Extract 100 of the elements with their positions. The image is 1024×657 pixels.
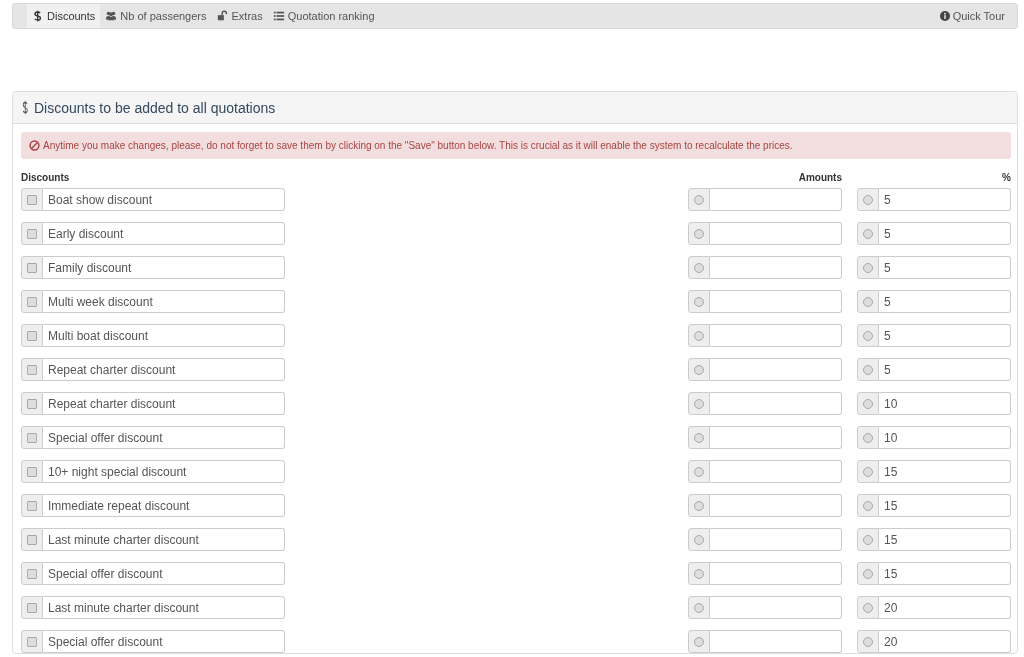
info-icon <box>939 11 950 21</box>
radio-button[interactable] <box>694 262 704 273</box>
percent-field[interactable]: 15 <box>879 528 1011 551</box>
checkbox[interactable] <box>27 194 37 205</box>
padlock-icon <box>216 10 229 22</box>
discount-name-field[interactable]: Last minute charter discount <box>43 596 285 619</box>
percent-field[interactable]: 10 <box>879 426 1011 449</box>
discount-name-field[interactable]: Early discount <box>43 222 285 245</box>
amount-field[interactable] <box>710 596 842 619</box>
discount-name-field[interactable]: Last minute charter discount <box>43 528 285 551</box>
checkbox[interactable] <box>27 432 37 443</box>
radio-button[interactable] <box>694 330 704 341</box>
percent-field[interactable]: 5 <box>879 188 1011 211</box>
users-icon <box>105 10 118 22</box>
discount-name-field[interactable]: Repeat charter discount <box>43 358 285 381</box>
checkbox[interactable] <box>27 364 37 375</box>
percent-field[interactable]: 15 <box>879 460 1011 483</box>
checkbox[interactable] <box>27 330 37 341</box>
percent-field[interactable]: 5 <box>879 358 1011 381</box>
panel-title: Discounts to be added to all quotations <box>34 99 276 116</box>
discount-name-field[interactable]: Boat show discount <box>43 188 285 211</box>
radio-button[interactable] <box>863 432 873 443</box>
checkbox[interactable] <box>27 228 37 239</box>
radio-button[interactable] <box>694 602 704 613</box>
amount-field[interactable] <box>710 358 842 381</box>
amount-field[interactable] <box>710 392 842 415</box>
nav-tab[interactable]: Quotation ranking <box>267 4 380 28</box>
discount-name-field[interactable]: Multi week discount <box>43 290 285 313</box>
checkbox[interactable] <box>27 466 37 477</box>
radio-button[interactable] <box>694 296 704 307</box>
alert-text: Anytime you make changes, please, do not forget to save them by clicking on the "Save" button below. This is crucial as it will enable the system to recalculate the prices. <box>43 140 793 151</box>
quick-tour-button[interactable]: Quick Tour <box>934 4 1017 28</box>
discount-name-field[interactable]: Multi boat discount <box>43 324 285 347</box>
radio-button[interactable] <box>863 228 873 239</box>
amount-field[interactable] <box>710 630 842 653</box>
checkbox[interactable] <box>27 500 37 511</box>
radio-button[interactable] <box>863 296 873 307</box>
dollar-icon <box>32 10 44 22</box>
discount-name-field[interactable]: Family discount <box>43 256 285 279</box>
radio-button[interactable] <box>863 262 873 273</box>
checkbox[interactable] <box>27 262 37 273</box>
ban-icon <box>29 140 40 151</box>
nav-tab[interactable]: Discounts <box>27 4 101 28</box>
radio-button[interactable] <box>863 194 873 205</box>
discount-name-field[interactable]: Repeat charter discount <box>43 392 285 415</box>
column-header: % <box>1001 172 1011 183</box>
checkbox[interactable] <box>27 568 37 579</box>
discount-name-field[interactable]: Special offer discount <box>43 630 285 653</box>
percent-field[interactable]: 5 <box>879 256 1011 279</box>
percent-field[interactable]: 20 <box>879 630 1011 653</box>
radio-button[interactable] <box>863 398 873 409</box>
radio-button[interactable] <box>863 330 873 341</box>
amount-field[interactable] <box>710 494 842 517</box>
radio-button[interactable] <box>863 568 873 579</box>
amount-field[interactable] <box>710 460 842 483</box>
column-header: Amounts <box>797 172 842 183</box>
radio-button[interactable] <box>863 500 873 511</box>
radio-button[interactable] <box>694 432 704 443</box>
amount-field[interactable] <box>710 256 842 279</box>
radio-button[interactable] <box>863 602 873 613</box>
radio-button[interactable] <box>694 636 704 647</box>
checkbox[interactable] <box>27 534 37 545</box>
percent-field[interactable]: 15 <box>879 562 1011 585</box>
checkbox[interactable] <box>27 636 37 647</box>
radio-button[interactable] <box>863 466 873 477</box>
radio-button[interactable] <box>694 228 704 239</box>
percent-field[interactable]: 20 <box>879 596 1011 619</box>
percent-field[interactable]: 10 <box>879 392 1011 415</box>
checkbox[interactable] <box>27 602 37 613</box>
percent-field[interactable]: 5 <box>879 290 1011 313</box>
amount-field[interactable] <box>710 426 842 449</box>
column-header: Discounts <box>21 172 71 183</box>
checkbox[interactable] <box>27 296 37 307</box>
radio-button[interactable] <box>694 364 704 375</box>
radio-button[interactable] <box>694 568 704 579</box>
radio-button[interactable] <box>694 534 704 545</box>
amount-field[interactable] <box>710 188 842 211</box>
amount-field[interactable] <box>710 222 842 245</box>
radio-button[interactable] <box>863 534 873 545</box>
radio-button[interactable] <box>694 466 704 477</box>
nav-tab[interactable]: Extras <box>211 4 268 28</box>
percent-field[interactable]: 15 <box>879 494 1011 517</box>
checkbox[interactable] <box>27 398 37 409</box>
radio-button[interactable] <box>694 500 704 511</box>
discount-name-field[interactable]: Immediate repeat discount <box>43 494 285 517</box>
radio-button[interactable] <box>863 364 873 375</box>
amount-field[interactable] <box>710 562 842 585</box>
amount-field[interactable] <box>710 290 842 313</box>
list-icon <box>272 10 285 22</box>
radio-button[interactable] <box>694 398 704 409</box>
radio-button[interactable] <box>694 194 704 205</box>
amount-field[interactable] <box>710 324 842 347</box>
discount-name-field[interactable]: Special offer discount <box>43 562 285 585</box>
percent-field[interactable]: 5 <box>879 222 1011 245</box>
radio-button[interactable] <box>863 636 873 647</box>
nav-tab[interactable]: Nb of passengers <box>100 4 212 28</box>
discount-name-field[interactable]: 10+ night special discount <box>43 460 285 483</box>
percent-field[interactable]: 5 <box>879 324 1011 347</box>
discount-name-field[interactable]: Special offer discount <box>43 426 285 449</box>
amount-field[interactable] <box>710 528 842 551</box>
